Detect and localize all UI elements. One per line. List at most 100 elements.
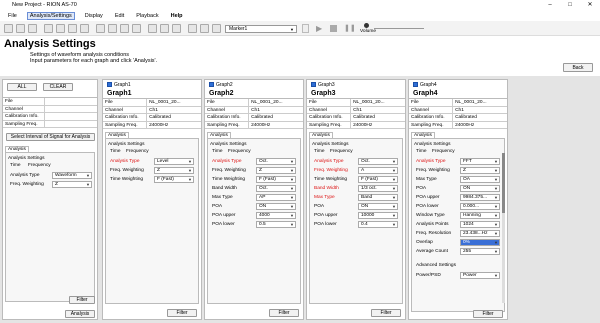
setting-select[interactable]: Band ▼ — [358, 194, 398, 201]
setting-select[interactable]: 4000 ▼ — [256, 212, 296, 219]
setting-select[interactable]: 10000 ▼ — [358, 212, 398, 219]
setting-select[interactable]: 23.438...Hz ▼ — [460, 230, 500, 237]
tool-icon-12[interactable] — [188, 24, 197, 33]
setting-select[interactable]: OA ▼ — [460, 176, 500, 183]
minimize-icon[interactable]: – — [540, 0, 560, 11]
setting-label: POA — [314, 204, 325, 209]
setting-select[interactable]: Z ▼ — [154, 167, 194, 174]
power-psd-select[interactable]: Power ▼ — [460, 272, 500, 279]
select-interval-button[interactable]: Select Interval of Signal for Analysis — [6, 133, 95, 141]
setting-select[interactable]: Oct. ▼ — [256, 185, 296, 192]
analysis-type-select[interactable]: Waveform ▼ — [52, 172, 92, 179]
back-button[interactable]: Back — [563, 63, 593, 72]
tool-icon-6[interactable] — [108, 24, 117, 33]
tool-icon-3[interactable] — [68, 24, 77, 33]
tab-time[interactable]: Time — [314, 149, 324, 154]
filter-button[interactable]: Filter — [167, 309, 197, 317]
save-icon[interactable] — [28, 24, 37, 33]
freq-weighting-select[interactable]: Z ▼ — [52, 181, 92, 188]
setting-select[interactable]: AP ▼ — [256, 194, 296, 201]
graph-tab-3[interactable]: Graph3 — [311, 82, 335, 88]
tool-icon-5[interactable] — [96, 24, 105, 33]
tab-frequency[interactable]: Frequency — [330, 149, 353, 154]
tool-icon-9[interactable] — [148, 24, 157, 33]
menu-help[interactable]: Help — [169, 13, 185, 19]
tool-icon-13[interactable] — [200, 24, 209, 33]
setting-select[interactable]: 9984.375... ▼ — [460, 194, 500, 201]
setting-select[interactable]: 0.5 ▼ — [256, 221, 296, 228]
graph-tab-4[interactable]: Graph4 — [413, 82, 437, 88]
tab-frequency[interactable]: Frequency — [228, 149, 251, 154]
tab-time[interactable]: Time — [416, 149, 426, 154]
setting-select[interactable]: Level ▼ — [154, 158, 194, 165]
setting-label: Max Type — [314, 195, 335, 200]
filter-button[interactable]: Filter — [473, 310, 503, 318]
setting-select[interactable]: F (Fast) ▼ — [358, 176, 398, 183]
graph-tab-1[interactable]: Graph1 — [107, 82, 131, 88]
setting-select[interactable]: Hanning ▼ — [460, 212, 500, 219]
setting-select[interactable]: Z ▼ — [460, 167, 500, 174]
setting-select[interactable]: 0% ▼ — [460, 239, 500, 246]
setting-select[interactable]: Oct. ▼ — [256, 158, 296, 165]
tool-icon-14[interactable] — [212, 24, 221, 33]
pause-icon[interactable]: ❚❚ — [344, 24, 356, 33]
tab-frequency[interactable]: Frequency — [126, 149, 149, 154]
tool-icon-1[interactable] — [44, 24, 53, 33]
new-icon[interactable] — [4, 24, 13, 33]
stop-icon[interactable] — [330, 25, 337, 32]
step-icon[interactable] — [302, 24, 309, 33]
tab-time[interactable]: Time — [110, 149, 120, 154]
play-icon[interactable]: ▶ — [316, 24, 322, 33]
tool-icon-4[interactable] — [80, 24, 89, 33]
maximize-icon[interactable]: □ — [560, 0, 580, 11]
checkbox-icon[interactable] — [209, 82, 214, 88]
menu-analysis-settings[interactable]: Analysis/Settings — [26, 12, 75, 20]
setting-select[interactable]: ON ▼ — [358, 203, 398, 210]
setting-label: Analysis Type — [212, 159, 242, 164]
menu-display[interactable]: Display — [83, 13, 105, 19]
scrollbar[interactable] — [502, 153, 505, 303]
close-icon[interactable]: ✕ — [580, 0, 600, 11]
setting-select[interactable]: 1024 ▼ — [460, 221, 500, 228]
setting-select[interactable]: ON ▼ — [256, 203, 296, 210]
setting-select[interactable]: FFT ▼ — [460, 158, 500, 165]
tool-icon-11[interactable] — [172, 24, 181, 33]
marker-select[interactable]: Marker1 ▼ — [225, 25, 297, 33]
setting-label: POA lower — [314, 222, 337, 227]
filter-button[interactable]: Filter — [269, 309, 299, 317]
tool-icon-2[interactable] — [56, 24, 65, 33]
filter-button[interactable]: Filter — [371, 309, 401, 317]
checkbox-icon[interactable] — [311, 82, 316, 88]
graph-tab-2[interactable]: Graph2 — [209, 82, 233, 88]
setting-select[interactable]: A ▼ — [358, 167, 398, 174]
setting-select[interactable]: F (Fast) ▼ — [256, 176, 296, 183]
setting-select[interactable]: F (Fast) ▼ — [154, 176, 194, 183]
menu-edit[interactable]: Edit — [113, 13, 126, 19]
setting-select[interactable]: 0.4 ▼ — [358, 221, 398, 228]
setting-select[interactable]: 0.000... ▼ — [460, 203, 500, 210]
tool-icon-7[interactable] — [120, 24, 129, 33]
setting-select[interactable]: Z ▼ — [256, 167, 296, 174]
tab-time[interactable]: Time — [212, 149, 222, 154]
setting-row: Time Weighting F (Fast) ▼ — [110, 176, 196, 184]
left-filter-button[interactable]: Filter — [69, 296, 95, 304]
clear-button[interactable]: CLEAR — [43, 83, 73, 91]
setting-select[interactable]: 255 ▼ — [460, 248, 500, 255]
tab-frequency[interactable]: Frequency — [28, 163, 51, 168]
checkbox-icon[interactable] — [107, 82, 112, 88]
all-button[interactable]: ALL — [7, 83, 37, 91]
tab-frequency[interactable]: Frequency — [432, 149, 455, 154]
checkbox-icon[interactable] — [413, 82, 418, 88]
setting-select[interactable]: ON ▼ — [460, 185, 500, 192]
volume-slider[interactable] — [374, 28, 424, 29]
tab-time[interactable]: Time — [10, 163, 20, 168]
menu-playback[interactable]: Playback — [134, 13, 160, 19]
tool-icon-8[interactable] — [132, 24, 141, 33]
volume-knob-icon[interactable] — [364, 23, 369, 28]
open-icon[interactable] — [16, 24, 25, 33]
menu-file[interactable]: File — [6, 13, 19, 19]
analysis-button[interactable]: Analysis — [65, 310, 95, 318]
setting-select[interactable]: 1/3 oct. ▼ — [358, 185, 398, 192]
tool-icon-10[interactable] — [160, 24, 169, 33]
setting-select[interactable]: Oct. ▼ — [358, 158, 398, 165]
